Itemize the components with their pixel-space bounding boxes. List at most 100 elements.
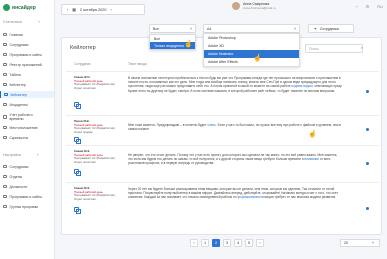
sidebar-item-screenshots[interactable]: Скриншоты xyxy=(0,134,54,141)
employee-department: Отдел логистики xyxy=(74,85,96,90)
sidebar-item-label: Отделы xyxy=(9,174,23,179)
sidebar-item-label: Главная xyxy=(9,32,23,37)
sidebar-item-settings-employees[interactable]: Сотрудники xyxy=(0,163,54,170)
per-page-select[interactable]: 20 ˅ xyxy=(340,239,380,247)
sidebar-item-positions[interactable]: Должности xyxy=(0,183,54,190)
sidebar-item-departments[interactable]: Отделы xyxy=(0,173,54,180)
employee-department: Отдел продаж xyxy=(74,129,93,134)
page-button[interactable]: 4 xyxy=(234,239,242,247)
copy-icon[interactable] xyxy=(74,102,81,109)
section-title-statistics[interactable]: Статистика ˄ xyxy=(3,20,40,24)
dropdown-option[interactable]: Adobe Photoshop xyxy=(204,34,299,42)
table-row[interactable]: Сашин Ж.О. Полный рабочий день Программи… xyxy=(66,71,379,115)
apps-icon xyxy=(3,194,7,199)
bell-icon[interactable]: ◔ xyxy=(355,4,357,9)
dropdown-option-highlighted[interactable]: Adobe Illustrator xyxy=(204,50,299,58)
date-picker[interactable]: ‹ ▦ 2 октября 2020 › xyxy=(61,4,145,15)
sidebar-item-app-registry[interactable]: Реестр приложений xyxy=(0,61,54,68)
sidebar-item-keylogger-active[interactable]: Кейлоггер xyxy=(0,91,54,98)
page-next-button[interactable]: › xyxy=(256,239,264,247)
keylog-text: Не уверен, что это стоит делать. Потому … xyxy=(128,153,343,166)
logo-text: инсайдер xyxy=(12,4,36,11)
logo[interactable]: инсайдер xyxy=(3,4,36,11)
keyboard-icon xyxy=(4,92,8,97)
sidebar-item-employees[interactable]: Сотрудники xyxy=(0,41,54,48)
employees-sort-button[interactable]: ⏷ Сотрудники xyxy=(308,24,354,33)
gear-icon[interactable]: ⚙ xyxy=(366,4,370,9)
column-header-employee: Сотрудник xyxy=(74,62,91,66)
list-icon xyxy=(3,62,7,67)
sidebar-item-label: Группы программ xyxy=(9,204,38,209)
hand-cursor-icon: ☝ xyxy=(308,131,317,138)
pagination: ‹ 1 2 3 4 5 › xyxy=(190,239,264,247)
chevron-up-icon: ˄ xyxy=(37,20,40,24)
image-icon xyxy=(3,135,7,140)
keyboard-icon xyxy=(3,82,7,87)
apps-icon xyxy=(3,52,7,57)
search-icon: ⌕ xyxy=(360,45,363,50)
highlight-link[interactable]: внимания xyxy=(305,157,319,161)
table-row[interactable]: Панов М.В. Полный рабочий день Программи… xyxy=(66,115,379,145)
sort-label: Сотрудники xyxy=(319,26,339,31)
sidebar-item-label: Сотрудники xyxy=(9,164,29,169)
sidebar-item-label: Скриншоты xyxy=(9,135,29,140)
user-profile[interactable]: Анна Смирнова Anna.Smirnova@mail.ru xyxy=(232,2,276,10)
sidebar-item-label: Местоположение xyxy=(9,125,38,130)
sidebar-item-location[interactable]: Местоположение xyxy=(0,124,54,131)
copy-icon[interactable] xyxy=(74,207,81,214)
section-title-settings[interactable]: Настройка ˄ xyxy=(3,153,39,157)
sidebar-item-incidents[interactable]: Инциденты xyxy=(0,101,54,108)
filter-icon: ⏷ xyxy=(314,26,317,31)
chevron-down-icon: ˅ xyxy=(372,241,375,245)
search-input[interactable]: Поиск xyxy=(305,44,363,53)
calendar-icon: ▦ xyxy=(72,8,76,12)
chevron-right-icon[interactable]: › xyxy=(110,8,111,12)
page-button[interactable]: 5 xyxy=(245,239,253,247)
sidebar-item-worktime[interactable]: Учет рабочего времени xyxy=(0,111,54,123)
highlight-link[interactable]: очень xyxy=(207,123,216,127)
date-label: 2 октября 2020 xyxy=(79,7,107,12)
logo-icon xyxy=(3,4,10,11)
table-icon xyxy=(3,72,7,77)
column-header-text: Текст ввода xyxy=(128,62,147,66)
sidebar-item-label: Должности xyxy=(9,184,28,189)
sidebar-item-home[interactable]: Главная xyxy=(0,31,54,38)
employee-department: Отдел логистики xyxy=(74,196,96,201)
copy-icon[interactable] xyxy=(74,137,81,144)
table-row[interactable]: Сашин М.Э. Полный рабочий день Программи… xyxy=(66,145,379,182)
app-window: инсайдер Статистика ˄ Главная Сотрудники … xyxy=(0,0,387,259)
program-filter-select[interactable]: А4 ˅ xyxy=(203,24,300,33)
page-button[interactable]: 1 xyxy=(201,239,209,247)
employee-meta: Сашин М.Э. Полный рабочий день Программи… xyxy=(74,149,124,164)
employee-meta: Сашин М.Э. Полный рабочий день Программи… xyxy=(74,186,124,201)
pin-icon xyxy=(3,125,7,130)
chevron-down-icon: ˅ xyxy=(293,26,296,31)
folder-icon xyxy=(3,204,7,209)
status-dot xyxy=(366,90,369,93)
copy-icon[interactable] xyxy=(74,169,81,176)
hand-cursor-icon: ☝ xyxy=(184,41,193,48)
sidebar-item-timesheet[interactable]: Табель xyxy=(0,71,54,78)
sidebar-item-label: Программы и сайты xyxy=(9,52,43,57)
sidebar-item-program-groups[interactable]: Группы программ xyxy=(0,203,54,210)
sidebar-item-programs[interactable]: Программы и сайты xyxy=(0,51,54,58)
users-icon xyxy=(3,164,7,169)
page-prev-button[interactable]: ‹ xyxy=(190,239,198,247)
incident-filter-select[interactable]: Все ˅ xyxy=(149,24,196,33)
status-dot xyxy=(366,162,369,165)
chevron-left-icon[interactable]: ‹ xyxy=(67,8,68,12)
sidebar-item-keylogger-1[interactable]: Кейлоггер xyxy=(0,81,54,88)
page-button[interactable]: 3 xyxy=(223,239,231,247)
keylog-text: Через 20 лет вы будете больше разочарова… xyxy=(128,187,343,200)
home-icon xyxy=(3,32,7,37)
table-row[interactable]: Сашин М.Э. Полный рабочий день Программи… xyxy=(66,182,379,234)
highlight-link[interactable]: формированию xyxy=(237,195,260,199)
select-value: А4 xyxy=(207,26,212,31)
sidebar-item-settings-programs[interactable]: Программы и сайты xyxy=(0,193,54,200)
language-switcher[interactable]: RU xyxy=(377,4,383,9)
page-button-current[interactable]: 2 xyxy=(212,239,220,247)
dropdown-option[interactable]: Adobe XD xyxy=(204,42,299,50)
user-info: Анна Смирнова Anna.Smirnova@mail.ru xyxy=(243,2,276,10)
sidebar-item-label: Реестр приложений xyxy=(9,62,42,67)
dropdown-option[interactable]: Adobe After Effects xyxy=(204,58,299,66)
